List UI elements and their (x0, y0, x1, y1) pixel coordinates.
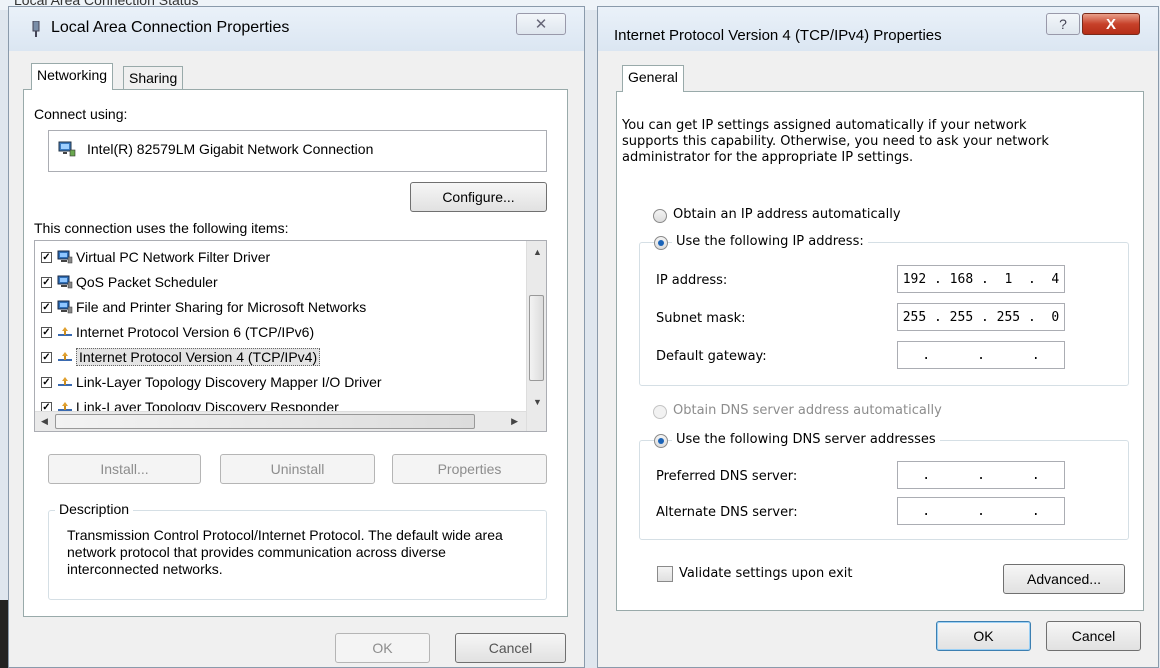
default-gateway-label: Default gateway: (656, 349, 767, 364)
network-adapter-icon (58, 141, 76, 160)
item-checkbox[interactable]: ✓ (41, 326, 52, 338)
ok-button[interactable]: OK (335, 633, 430, 663)
cancel-button[interactable]: Cancel (455, 633, 566, 663)
use-ip-radio[interactable] (654, 236, 668, 250)
protocol-icon (57, 350, 73, 364)
network-computer-icon (57, 300, 73, 314)
alternate-dns-input[interactable]: . . . (897, 497, 1065, 525)
advanced-button[interactable]: Advanced... (1003, 564, 1125, 594)
tab-label: Networking (37, 67, 108, 83)
use-dns-radio[interactable] (654, 434, 668, 448)
help-button[interactable]: ? (1046, 13, 1080, 35)
networking-tab-panel: Connect using: Intel(R) 82579LM Gigabit … (23, 89, 568, 617)
tab-networking[interactable]: Networking (31, 63, 114, 90)
tab-general[interactable]: General (622, 65, 684, 92)
subnet-mask-input[interactable]: 255 . 255 . 255 . 0 (897, 303, 1065, 331)
default-gateway-input[interactable]: . . . (897, 341, 1065, 369)
ok-button[interactable]: OK (936, 621, 1031, 651)
scroll-right-arrow-icon[interactable]: ▶ (511, 416, 518, 427)
network-adapter-icon (29, 20, 43, 37)
use-dns-label: Use the following DNS server addresses (672, 432, 940, 447)
item-checkbox[interactable]: ✓ (41, 376, 52, 388)
item-label: File and Printer Sharing for Microsoft N… (76, 299, 367, 315)
obtain-dns-label: Obtain DNS server address automatically (673, 403, 942, 418)
item-label: Virtual PC Network Filter Driver (76, 249, 271, 265)
list-item[interactable]: ✓ Link-Layer Topology Discovery Mapper I/… (41, 370, 382, 394)
item-label: Link-Layer Topology Discovery Mapper I/O… (76, 374, 382, 390)
dialog-title: Local Area Connection Properties (51, 19, 290, 36)
tab-label: General (628, 69, 678, 85)
item-checkbox[interactable]: ✓ (41, 301, 52, 313)
list-item[interactable]: ✓ Internet Protocol Version 6 (TCP/IPv6) (41, 320, 314, 344)
tab-sharing[interactable]: Sharing (123, 66, 184, 90)
alternate-dns-label: Alternate DNS server: (656, 505, 798, 520)
ipv4-properties-dialog: Internet Protocol Version 4 (TCP/IPv4) P… (597, 6, 1159, 668)
adapter-name: Intel(R) 82579LM Gigabit Network Connect… (87, 141, 374, 157)
configure-button[interactable]: Configure... (410, 182, 547, 212)
install-button[interactable]: Install... (48, 454, 201, 484)
connect-using-label: Connect using: (34, 106, 128, 122)
obtain-ip-label: Obtain an IP address automatically (673, 207, 901, 222)
preferred-dns-label: Preferred DNS server: (656, 469, 798, 484)
obtain-ip-radio[interactable] (653, 209, 667, 223)
description-legend: Description (55, 501, 134, 517)
validate-settings-label: Validate settings upon exit (679, 566, 853, 581)
validate-settings-checkbox[interactable] (657, 566, 673, 582)
tab-label: Sharing (129, 70, 178, 86)
use-ip-label: Use the following IP address: (672, 234, 868, 249)
adapter-field: Intel(R) 82579LM Gigabit Network Connect… (48, 130, 547, 172)
description-group: Description Transmission Control Protoco… (48, 501, 547, 600)
item-label: Internet Protocol Version 4 (TCP/IPv4) (76, 348, 321, 366)
network-computer-icon (57, 275, 73, 289)
list-item[interactable]: ✓ Internet Protocol Version 4 (TCP/IPv4) (41, 345, 321, 369)
items-label: This connection uses the following items… (34, 220, 289, 236)
vertical-scroll-thumb[interactable] (529, 295, 544, 381)
scroll-up-arrow-icon[interactable]: ▲ (533, 247, 542, 257)
vertical-scrollbar[interactable]: ▲ ▼ (526, 241, 546, 431)
close-button[interactable]: X (1082, 13, 1140, 35)
general-tab-panel: You can get IP settings assigned automat… (616, 91, 1144, 611)
protocol-icon (57, 325, 73, 339)
local-area-connection-properties-dialog: Local Area Connection Properties ✕ Netwo… (8, 6, 585, 668)
list-item[interactable]: ✓ File and Printer Sharing for Microsoft … (41, 295, 366, 319)
components-list[interactable]: ✓ Virtual PC Network Filter Driver ✓ QoS Pa… (34, 240, 547, 432)
scroll-down-arrow-icon[interactable]: ▼ (533, 397, 542, 407)
network-computer-icon (57, 250, 73, 264)
description-text: Transmission Control Protocol/Internet P… (67, 527, 503, 577)
title-bar[interactable]: Internet Protocol Version 4 (TCP/IPv4) P… (598, 7, 1158, 51)
item-checkbox[interactable]: ✓ (41, 276, 52, 288)
horizontal-scrollbar[interactable]: ◀ ▶ (35, 411, 526, 431)
close-button[interactable]: ✕ (516, 13, 566, 35)
cancel-button[interactable]: Cancel (1046, 621, 1141, 651)
horizontal-scroll-thumb[interactable] (55, 414, 475, 429)
subnet-mask-label: Subnet mask: (656, 311, 746, 326)
intro-text: You can get IP settings assigned automat… (622, 118, 1049, 165)
ip-address-input[interactable]: 192 . 168 . 1 . 4 (897, 265, 1065, 293)
title-bar[interactable]: Local Area Connection Properties ✕ (9, 7, 584, 51)
obtain-dns-radio[interactable] (653, 405, 667, 419)
scroll-left-arrow-icon[interactable]: ◀ (41, 416, 48, 427)
properties-button[interactable]: Properties (392, 454, 547, 484)
list-item[interactable]: ✓ Virtual PC Network Filter Driver (41, 245, 270, 269)
item-label: Internet Protocol Version 6 (TCP/IPv6) (76, 324, 315, 340)
ip-address-label: IP address: (656, 273, 728, 288)
item-label: QoS Packet Scheduler (76, 274, 218, 290)
item-checkbox[interactable]: ✓ (41, 351, 52, 363)
item-checkbox[interactable]: ✓ (41, 251, 52, 263)
dns-group: Use the following DNS server addresses P… (639, 432, 1129, 540)
preferred-dns-input[interactable]: . . . (897, 461, 1065, 489)
dialog-title: Internet Protocol Version 4 (TCP/IPv4) P… (614, 27, 942, 44)
uninstall-button[interactable]: Uninstall (220, 454, 375, 484)
protocol-icon (57, 375, 73, 389)
ip-address-group: Use the following IP address: IP address… (639, 234, 1129, 386)
list-item[interactable]: ✓ QoS Packet Scheduler (41, 270, 218, 294)
